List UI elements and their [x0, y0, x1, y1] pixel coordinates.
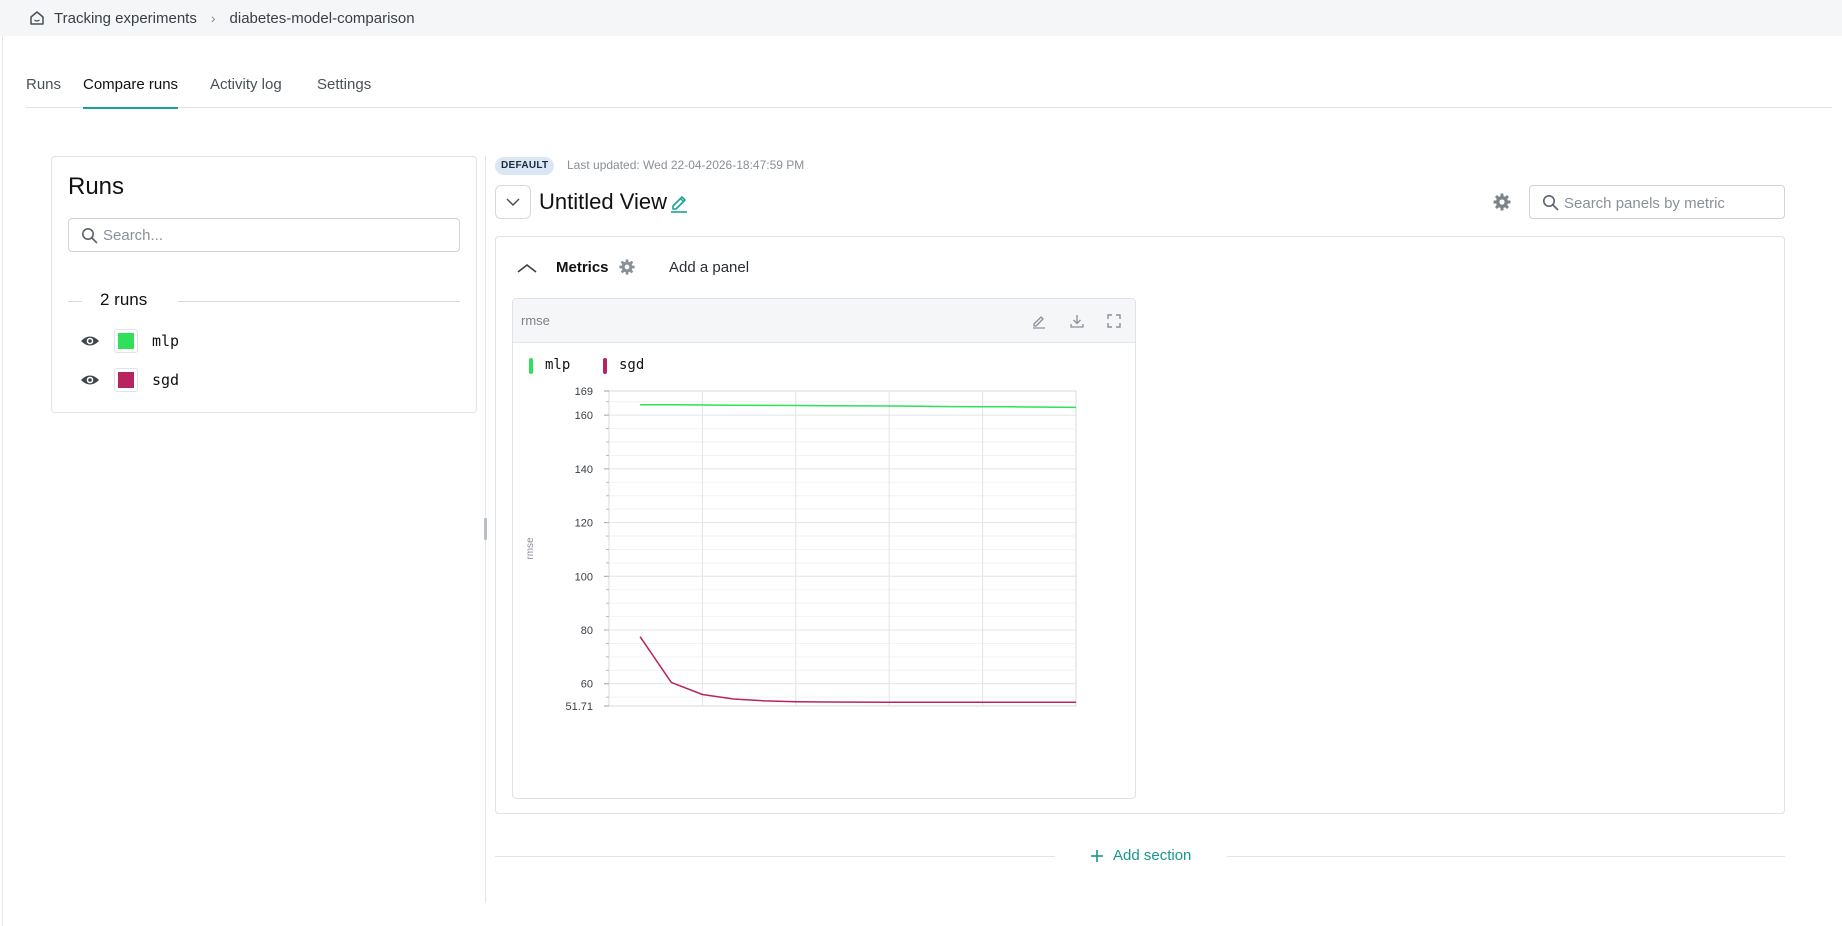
y-axis-label: rmse	[525, 537, 536, 560]
run-name: mlp	[152, 332, 180, 350]
resize-handle[interactable]	[484, 518, 487, 540]
tab-runs[interactable]: Runs	[26, 76, 61, 93]
y-tick-label: 169	[575, 386, 593, 398]
breadcrumb: Tracking experiments › diabetes-model-co…	[0, 0, 1842, 36]
default-badge: DEFAULT	[495, 157, 555, 175]
panel-title: rmse	[521, 313, 550, 328]
breadcrumb-current[interactable]: diabetes-model-comparison	[230, 10, 415, 27]
pencil-icon[interactable]	[669, 191, 689, 213]
rmse-panel: rmse mlp sgd 51.71 60 80 100 120 140 160…	[512, 298, 1136, 799]
search-icon	[82, 228, 98, 244]
add-section-row: Add section	[495, 846, 1785, 866]
plot-area	[608, 390, 1077, 707]
runs-group: 2 runs	[68, 289, 460, 313]
divider-line	[1227, 856, 1785, 857]
chevron-right-icon: ›	[210, 10, 216, 26]
tab-activity-log[interactable]: Activity log	[210, 76, 282, 93]
panel-header: rmse	[513, 299, 1135, 343]
tab-settings[interactable]: Settings	[317, 76, 371, 93]
runs-title: Runs	[68, 173, 125, 200]
legend-label: sgd	[619, 357, 645, 373]
section-title: Metrics	[556, 259, 609, 276]
last-updated-text: Last updated: Wed 22-04-2026-18:47:59 PM	[567, 158, 805, 172]
legend-color-bar	[603, 358, 607, 374]
home-icon[interactable]	[28, 9, 46, 27]
y-tick-label: 100	[575, 571, 593, 583]
runs-search-box[interactable]	[68, 218, 460, 252]
run-color-swatch[interactable]	[114, 368, 138, 392]
y-tick-label: 51.71	[565, 701, 593, 713]
tab-compare-runs[interactable]: Compare runs	[83, 76, 179, 109]
search-icon	[1543, 195, 1559, 211]
rmse-line-chart: 51.71608010012014016016903691215steprmse	[525, 386, 1077, 713]
view-title: Untitled View	[539, 189, 667, 214]
gear-icon[interactable]	[1492, 192, 1512, 212]
runs-panel: Runs 2 runs mlp sgd	[51, 156, 477, 413]
plus-icon	[1091, 850, 1103, 862]
run-color-swatch[interactable]	[114, 329, 138, 353]
download-icon[interactable]	[1069, 313, 1085, 329]
edit-icon[interactable]	[1031, 313, 1047, 329]
eye-icon[interactable]	[80, 333, 100, 349]
add-section-label: Add section	[1113, 847, 1192, 864]
metrics-section: Metrics Add a panel rmse mlp sgd 51.71 6…	[495, 236, 1785, 814]
runs-count-label: 2 runs	[100, 290, 148, 309]
chevron-down-icon	[506, 198, 520, 207]
runs-search-input[interactable]	[103, 225, 443, 245]
group-divider	[178, 301, 460, 302]
y-tick-label: 80	[581, 625, 593, 637]
divider-line	[495, 856, 1055, 857]
view-selector-button[interactable]	[495, 185, 531, 219]
group-divider	[68, 301, 82, 302]
panel-search-box[interactable]	[1529, 185, 1785, 219]
fullscreen-icon[interactable]	[1106, 313, 1122, 329]
legend-color-bar	[529, 358, 533, 374]
breadcrumb-root[interactable]: Tracking experiments	[54, 10, 197, 27]
tab-bar: Runs Compare runs Activity log Settings	[26, 36, 1832, 109]
y-tick-label: 60	[581, 679, 593, 691]
y-tick-label: 140	[575, 464, 593, 476]
chevron-up-icon[interactable]	[516, 261, 538, 275]
gear-icon[interactable]	[618, 258, 636, 276]
add-panel-button[interactable]: Add a panel	[669, 259, 749, 276]
run-name: sgd	[152, 371, 180, 389]
run-row-mlp[interactable]: mlp	[80, 327, 450, 355]
y-tick-label: 120	[575, 518, 593, 530]
run-row-sgd[interactable]: sgd	[80, 366, 450, 394]
eye-icon[interactable]	[80, 372, 100, 388]
legend-label: mlp	[545, 357, 571, 373]
page-left-border	[2, 36, 3, 926]
y-tick-label: 160	[575, 410, 593, 422]
panel-search-input[interactable]	[1564, 193, 1774, 213]
